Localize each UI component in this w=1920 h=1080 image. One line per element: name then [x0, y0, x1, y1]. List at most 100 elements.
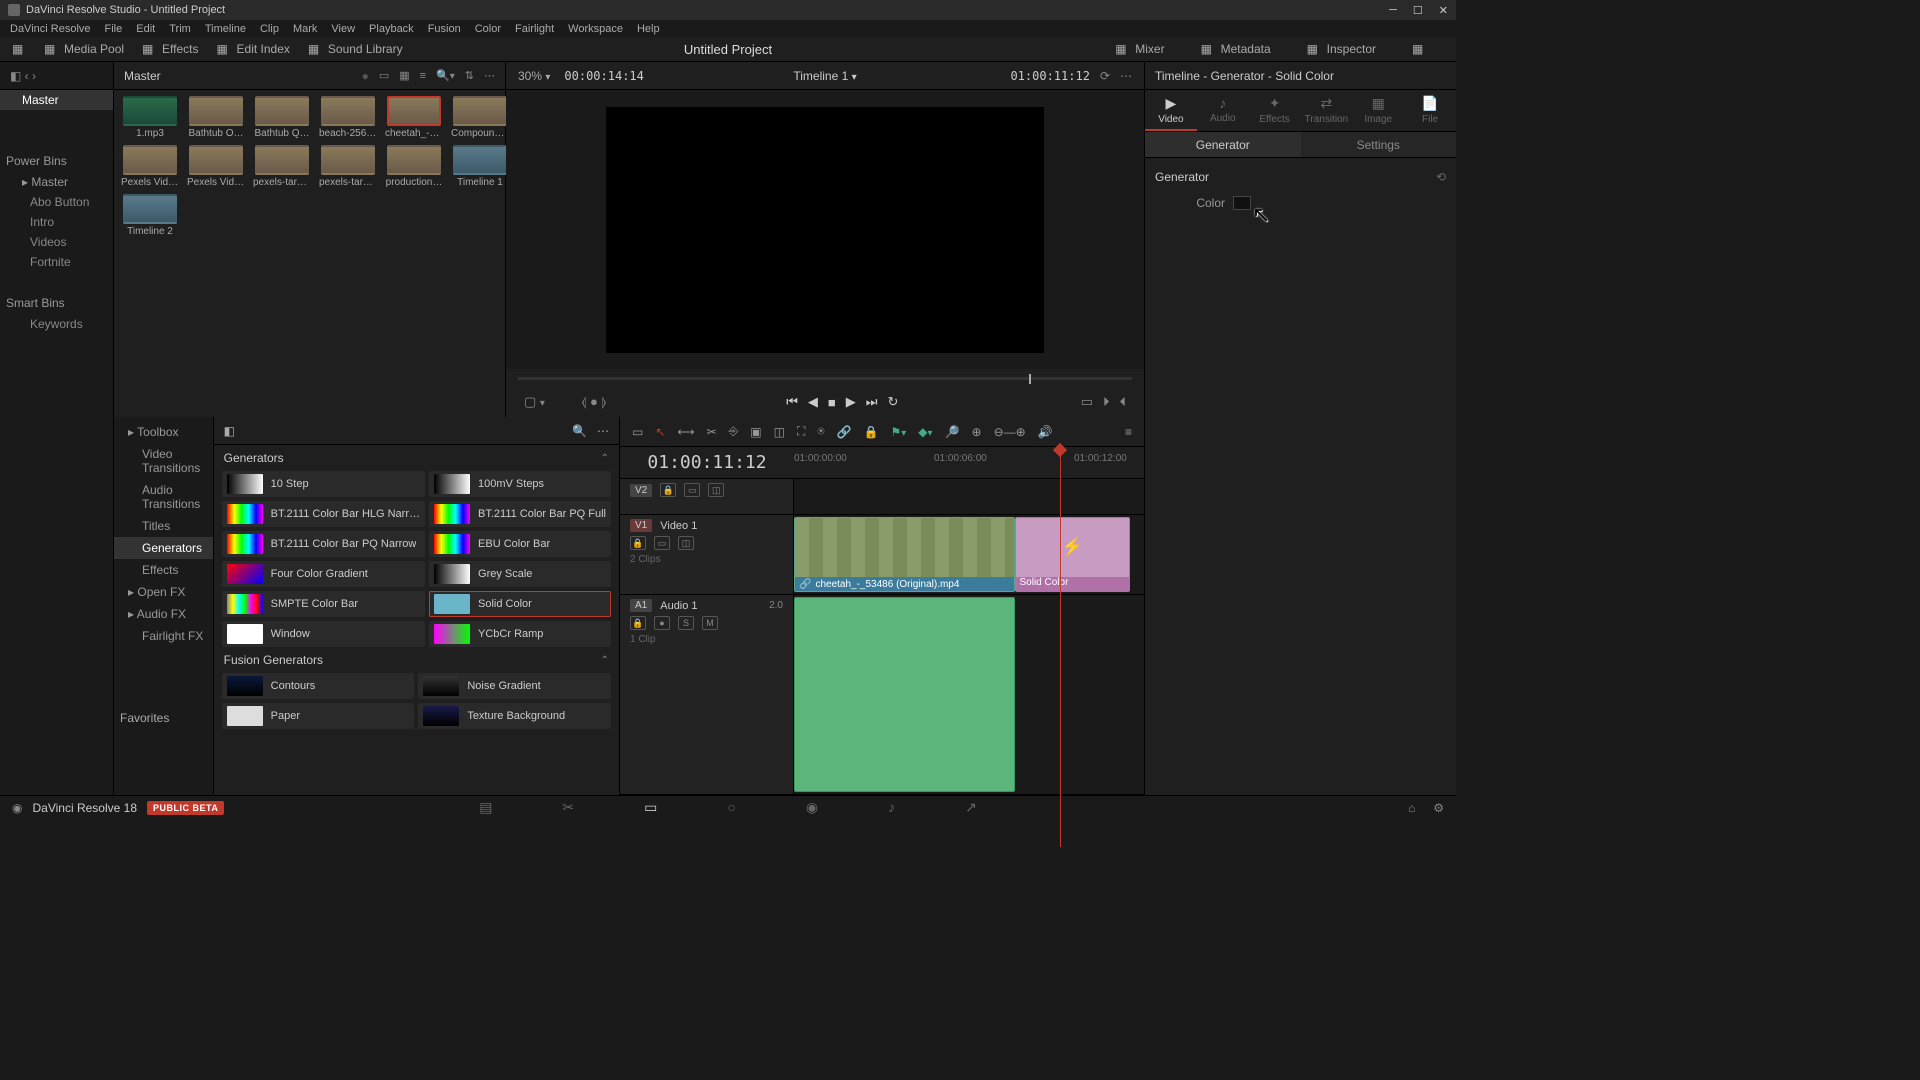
viewer-canvas[interactable]: [606, 107, 1044, 353]
track-lock-icon[interactable]: 🔒: [630, 536, 646, 550]
volume-icon[interactable]: 🔊: [1038, 425, 1053, 439]
fx-tree-toolbox[interactable]: ▸ Toolbox: [114, 421, 213, 443]
fx-tree-open-fx[interactable]: ▸ Open FX: [114, 581, 213, 603]
tl-options-icon[interactable]: ≡: [1125, 425, 1132, 439]
panel-left-icon[interactable]: ▦: [12, 42, 26, 56]
inspector-tab-video[interactable]: ▶Video: [1145, 90, 1197, 131]
fx-section-header[interactable]: Generators⌃: [214, 445, 619, 471]
inspector-subtab-settings[interactable]: Settings: [1301, 132, 1457, 157]
page-edit[interactable]: ▭: [644, 799, 657, 816]
maximize-button[interactable]: ☐: [1413, 4, 1423, 17]
color-swatch[interactable]: [1233, 196, 1251, 210]
bin-videos[interactable]: Videos: [0, 232, 113, 252]
close-button[interactable]: ✕: [1439, 4, 1448, 17]
viewer-zoom[interactable]: 30%: [518, 69, 542, 83]
media-item[interactable]: Timeline 1: [450, 145, 510, 188]
flag-icon[interactable]: ⚑▾: [890, 425, 906, 439]
media-item[interactable]: Bathtub Q…: [252, 96, 312, 139]
menu-mark[interactable]: Mark: [293, 23, 317, 35]
overlay-icon[interactable]: ▭: [1081, 394, 1093, 410]
fx-tree-fairlight-fx[interactable]: Fairlight FX: [114, 625, 213, 647]
menu-color[interactable]: Color: [475, 23, 501, 35]
track-header-v2[interactable]: V2 🔒 ▭ ◫: [620, 479, 794, 514]
stop-icon[interactable]: ■: [828, 395, 836, 410]
generator-item[interactable]: Texture Background: [418, 703, 611, 729]
generator-item[interactable]: Noise Gradient: [418, 673, 611, 699]
menu-clip[interactable]: Clip: [260, 23, 279, 35]
menu-edit[interactable]: Edit: [136, 23, 155, 35]
track-enable-icon[interactable]: ▭: [654, 536, 670, 550]
track-lock-icon[interactable]: 🔒: [660, 483, 676, 497]
video-clip[interactable]: 🔗cheetah_-_53486 (Original).mp4: [794, 517, 1015, 592]
selection-tool-icon[interactable]: ↖: [655, 425, 665, 439]
timeline-timecode[interactable]: 01:00:11:12: [620, 452, 794, 473]
marker-icon[interactable]: ◆▾: [918, 425, 932, 439]
menu-icon[interactable]: ⋯: [484, 69, 495, 82]
search-icon[interactable]: 🔍▾: [436, 69, 455, 82]
media-item[interactable]: Pexels Vide…: [186, 145, 246, 188]
solid-color-clip[interactable]: ⚡Solid Color: [1015, 517, 1131, 592]
track-header-a1[interactable]: A1 Audio 1 2.0 🔒 ● S M 1 Clip: [620, 595, 794, 794]
menu-workspace[interactable]: Workspace: [568, 23, 623, 35]
page-cut[interactable]: ✂: [562, 799, 574, 816]
media-item[interactable]: Compound…: [450, 96, 510, 139]
menu-fusion[interactable]: Fusion: [428, 23, 461, 35]
page-color[interactable]: ◉: [806, 799, 818, 816]
bin-master[interactable]: Master: [0, 90, 113, 110]
zoom-slider[interactable]: ⊖—⊕: [994, 425, 1026, 439]
blade-tool-icon[interactable]: ✂: [707, 425, 717, 439]
effects-icon[interactable]: ▦Effects: [142, 42, 198, 56]
zoom-detail-icon[interactable]: ⊕: [972, 425, 982, 439]
sound-library-icon[interactable]: ▦Sound Library: [308, 42, 403, 56]
smartbin-keywords[interactable]: Keywords: [0, 314, 113, 334]
lock-icon[interactable]: 🔒: [864, 425, 879, 439]
track-solo-button[interactable]: S: [678, 616, 694, 630]
bin-fortnite[interactable]: Fortnite: [0, 252, 113, 272]
overwrite-icon[interactable]: ▣: [750, 425, 761, 439]
media-item[interactable]: pexels-tary…: [252, 145, 312, 188]
fx-tree-generators[interactable]: Generators: [114, 537, 213, 559]
playhead[interactable]: [1060, 447, 1061, 847]
generator-item[interactable]: EBU Color Bar: [429, 531, 611, 557]
menu-trim[interactable]: Trim: [169, 23, 191, 35]
zoom-fit-icon[interactable]: 🔎: [945, 425, 960, 439]
fx-menu-icon[interactable]: ⋯: [597, 424, 609, 438]
generator-item[interactable]: BT.2111 Color Bar PQ Full: [429, 501, 611, 527]
viewer-scrubber[interactable]: [506, 369, 1144, 387]
generator-item[interactable]: SMPTE Color Bar: [222, 591, 425, 617]
viewer-menu-icon[interactable]: ⋯: [1120, 69, 1132, 83]
tl-view-icon[interactable]: ▭: [632, 425, 643, 439]
page-fairlight[interactable]: ♪: [888, 799, 895, 816]
page-media[interactable]: ▤: [479, 799, 492, 816]
media-pool-icon[interactable]: ▦Media Pool: [44, 42, 124, 56]
next-mark-icon[interactable]: ⏵: [1103, 394, 1110, 410]
step-back-icon[interactable]: ◀: [808, 394, 818, 410]
sort-icon[interactable]: ⇅: [465, 69, 474, 82]
fx-tree-audio-fx[interactable]: ▸ Audio FX: [114, 603, 213, 625]
reset-icon[interactable]: ⟲: [1436, 170, 1446, 184]
fx-tree-effects[interactable]: Effects: [114, 559, 213, 581]
menu-view[interactable]: View: [331, 23, 355, 35]
insert-icon[interactable]: ⎆: [729, 424, 739, 439]
mixer-icon[interactable]: ▦Mixer: [1115, 42, 1164, 56]
inspector-tab-transition[interactable]: ⇄Transition: [1300, 90, 1352, 131]
viewer-timeline-name[interactable]: Timeline 1: [793, 69, 848, 83]
generator-item[interactable]: Paper: [222, 703, 415, 729]
generator-item[interactable]: 100mV Steps: [429, 471, 611, 497]
media-item[interactable]: cheetah_-_…: [384, 96, 444, 139]
generator-item[interactable]: Solid Color: [429, 591, 611, 617]
media-item[interactable]: Pexels Vide…: [120, 145, 180, 188]
track-thumb-icon[interactable]: ◫: [678, 536, 694, 550]
inspector-tab-file[interactable]: 📄File: [1404, 90, 1456, 131]
track-mute-button[interactable]: M: [702, 616, 718, 630]
page-deliver[interactable]: ↗: [965, 799, 977, 816]
view-grid-icon[interactable]: ▦: [399, 69, 409, 82]
media-item[interactable]: Bathtub O…: [186, 96, 246, 139]
bin-abo-button[interactable]: Abo Button: [0, 192, 113, 212]
bin-master[interactable]: ▸ Master: [0, 172, 113, 192]
generator-item[interactable]: YCbCr Ramp: [429, 621, 611, 647]
media-item[interactable]: 1.mp3: [120, 96, 180, 139]
generator-item[interactable]: 10 Step: [222, 471, 425, 497]
menu-timeline[interactable]: Timeline: [205, 23, 246, 35]
menu-file[interactable]: File: [105, 23, 123, 35]
